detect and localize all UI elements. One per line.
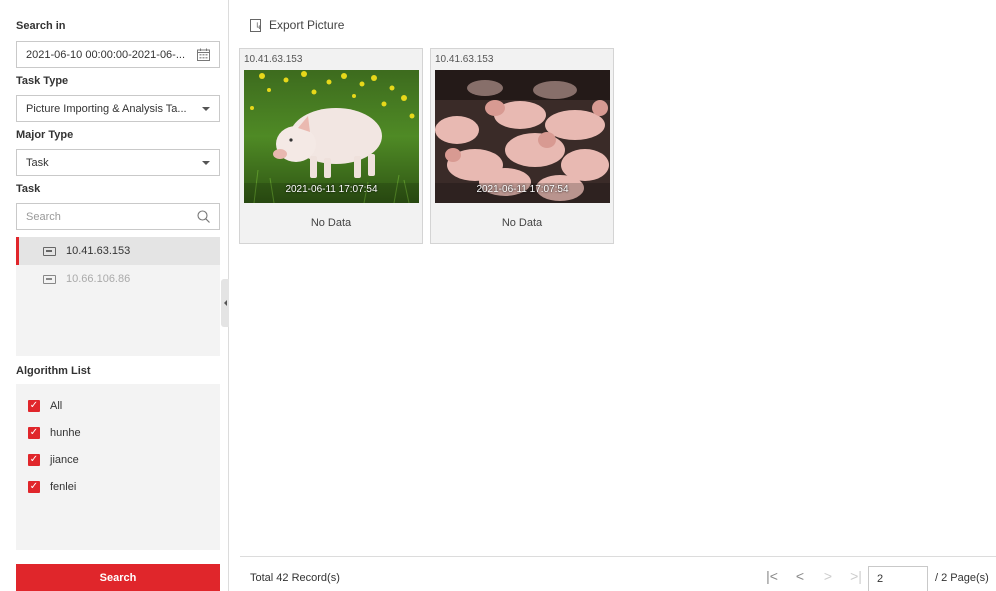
sidebar: Search in 2021-06-10 00:00:00-2021-06-..… [0, 0, 229, 591]
date-range-value: 2021-06-10 00:00:00-2021-06-... [26, 48, 186, 61]
task-item-10-41-63-153[interactable]: 10.41.63.153 [16, 237, 220, 265]
main-content: Export Picture 10.41.63.153 [230, 0, 996, 591]
task-list: 10.41.63.153 10.66.106.86 [16, 237, 220, 356]
task-item-label: 10.41.63.153 [66, 245, 131, 257]
date-range-field[interactable]: 2021-06-10 00:00:00-2021-06-... [16, 41, 220, 68]
major-type-select[interactable]: Task [16, 149, 220, 176]
page-total: / 2 Page(s) [935, 572, 989, 584]
chevron-down-icon [202, 106, 210, 111]
chevron-down-icon [202, 160, 210, 165]
search-button[interactable]: Search [16, 564, 220, 591]
algorithm-list-label: Algorithm List [16, 365, 91, 377]
export-picture-button[interactable]: Export Picture [250, 18, 344, 32]
algorithm-label: jiance [50, 453, 79, 466]
last-page-icon[interactable]: >| [842, 568, 870, 584]
piglets-pen-image[interactable]: 2021-06-11 17:07:54 [435, 70, 610, 203]
task-label: Task [16, 183, 41, 195]
prev-page-icon[interactable]: < [786, 568, 814, 584]
card-timestamp: 2021-06-11 17:07:54 [476, 184, 569, 195]
checkbox-checked-icon[interactable]: ✓ [28, 426, 40, 439]
algorithm-label: All [50, 399, 63, 412]
search-in-label: Search in [16, 20, 66, 32]
result-card[interactable]: 10.41.63.153 2021-06-11 17:07:54 No Data [430, 48, 614, 244]
pager-controls: |< < > >| [758, 568, 870, 584]
pagination-footer: Total 42 Record(s) |< < > >| 2 / 2 Page(… [240, 556, 996, 591]
piglet-on-grass-image[interactable]: 2021-06-11 17:07:54 [244, 70, 419, 203]
task-type-label: Task Type [16, 75, 69, 87]
search-placeholder: Search [26, 210, 61, 223]
checkbox-checked-icon[interactable]: ✓ [28, 453, 40, 466]
card-ip: 10.41.63.153 [435, 54, 494, 65]
card-status: No Data [310, 217, 352, 229]
task-type-select[interactable]: Picture Importing & Analysis Ta... [16, 95, 220, 122]
task-search-input[interactable]: Search [16, 203, 220, 230]
algorithm-item-fenlei[interactable]: ✓ fenlei [16, 473, 220, 500]
total-records: Total 42 Record(s) [250, 572, 340, 584]
device-icon [43, 274, 56, 284]
task-item-label: 10.66.106.86 [66, 273, 131, 285]
collapse-sidebar-handle[interactable] [221, 279, 229, 327]
next-page-icon[interactable]: > [814, 568, 842, 584]
device-icon [43, 246, 56, 256]
major-type-label: Major Type [16, 129, 74, 141]
checkbox-checked-icon[interactable]: ✓ [28, 399, 40, 412]
algorithm-item-jiance[interactable]: ✓ jiance [16, 446, 220, 473]
checkbox-checked-icon[interactable]: ✓ [28, 480, 40, 493]
card-ip: 10.41.63.153 [244, 54, 303, 65]
search-icon[interactable] [197, 210, 210, 223]
page-number-input[interactable]: 2 [868, 566, 928, 591]
first-page-icon[interactable]: |< [758, 568, 786, 584]
result-card[interactable]: 10.41.63.153 2021-06-11 17:07:54 No Data [239, 48, 423, 244]
card-status: No Data [501, 217, 543, 229]
task-type-value: Picture Importing & Analysis Ta... [26, 102, 187, 115]
export-label: Export Picture [269, 18, 345, 32]
algorithm-item-all[interactable]: ✓ All [16, 392, 220, 419]
algorithm-label: hunhe [50, 426, 81, 439]
major-type-value: Task [26, 156, 49, 169]
calendar-icon[interactable] [197, 48, 210, 61]
algorithm-list: ✓ All ✓ hunhe ✓ jiance ✓ fenlei [16, 384, 220, 550]
task-item-10-66-106-86[interactable]: 10.66.106.86 [16, 265, 220, 293]
algorithm-label: fenlei [50, 480, 77, 493]
export-icon [250, 18, 263, 32]
card-timestamp: 2021-06-11 17:07:54 [285, 184, 378, 195]
algorithm-item-hunhe[interactable]: ✓ hunhe [16, 419, 220, 446]
